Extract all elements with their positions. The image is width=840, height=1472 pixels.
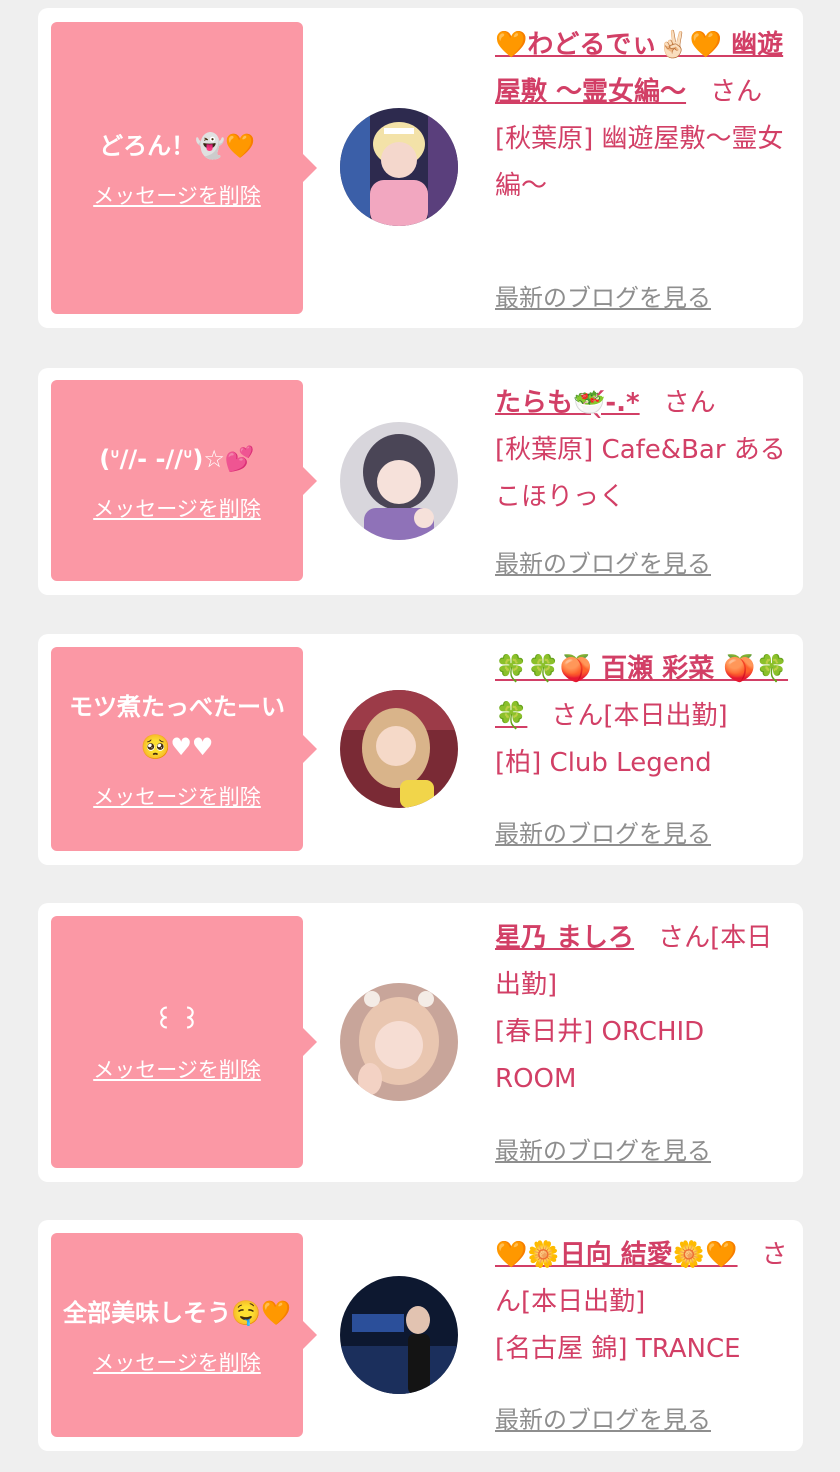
cast-name-link[interactable]: 🧡🌼日向 結愛🌼🧡 <box>495 1240 738 1270</box>
avatar[interactable] <box>340 422 458 540</box>
cast-info: たらも🥗̖́-.* さん [秋葉原] Cafe&Bar あるこほりっく <box>495 380 791 521</box>
delete-message-link[interactable]: メッセージを削除 <box>93 180 261 210</box>
cast-info: 🧡🌼日向 結愛🌼🧡 さん[本日出勤] [名古屋 錦] TRANCE <box>495 1232 791 1373</box>
latest-blog-link[interactable]: 最新のブログを見る <box>495 544 711 579</box>
honorific-text: さん[本日出勤] <box>551 701 728 731</box>
message-card: どろん！👻🧡 メッセージを削除 🧡わどるでぃ✌🏻🧡 幽遊屋敷 〜霊女編〜 さん [… <box>38 8 803 328</box>
message-text: (ᐡ//- -//ᐡ)☆💕 <box>99 444 255 473</box>
message-card: モツ煮たっべたーい🥺♥♥ メッセージを削除 🍀🍀🍑 百瀬 彩菜 🍑🍀🍀 さん[本日… <box>38 634 803 865</box>
message-card: (ᐡ//- -//ᐡ)☆💕 メッセージを削除 たらも🥗̖́-.* さん [秋葉原]… <box>38 368 803 595</box>
cast-name-link[interactable]: 星乃 ましろ <box>495 923 634 953</box>
message-bubble: モツ煮たっべたーい🥺♥♥ メッセージを削除 <box>51 647 317 851</box>
cast-info: 🍀🍀🍑 百瀬 彩菜 🍑🍀🍀 さん[本日出勤] [柏] Club Legend <box>495 646 791 787</box>
latest-blog-link[interactable]: 最新のブログを見る <box>495 1131 711 1166</box>
avatar[interactable] <box>340 690 458 808</box>
delete-message-link[interactable]: メッセージを削除 <box>93 493 261 523</box>
message-bubble: ꒰ ꒱ メッセージを削除 <box>51 916 317 1168</box>
message-text: ꒰ ꒱ <box>154 1006 200 1034</box>
shop-text: [春日井] ORCHID ROOM <box>495 1017 705 1094</box>
delete-message-link[interactable]: メッセージを削除 <box>93 781 261 811</box>
cast-info: 🧡わどるでぃ✌🏻🧡 幽遊屋敷 〜霊女編〜 さん [秋葉原] 幽遊屋敷〜霊女編〜 <box>495 22 791 210</box>
message-text: どろん！👻🧡 <box>99 132 255 160</box>
message-bubble: 全部美味しそう🤤🧡 メッセージを削除 <box>51 1233 317 1437</box>
message-card: 全部美味しそう🤤🧡 メッセージを削除 🧡🌼日向 結愛🌼🧡 さん[本日出勤] [名古… <box>38 1220 803 1451</box>
delete-message-link[interactable]: メッセージを削除 <box>93 1347 261 1377</box>
shop-text: [秋葉原] 幽遊屋敷〜霊女編〜 <box>495 124 784 201</box>
message-bubble: どろん！👻🧡 メッセージを削除 <box>51 22 317 314</box>
avatar[interactable] <box>340 1276 458 1394</box>
message-card: ꒰ ꒱ メッセージを削除 星乃 ましろ さん[本日出勤] [春日井] ORCHID… <box>38 903 803 1182</box>
honorific-text: さん <box>710 77 763 107</box>
message-bubble: (ᐡ//- -//ᐡ)☆💕 メッセージを削除 <box>51 380 317 581</box>
message-text: 全部美味しそう🤤🧡 <box>63 1299 291 1327</box>
delete-message-link[interactable]: メッセージを削除 <box>93 1054 261 1084</box>
latest-blog-link[interactable]: 最新のブログを見る <box>495 278 711 313</box>
honorific-text: さん <box>663 388 716 418</box>
latest-blog-link[interactable]: 最新のブログを見る <box>495 814 711 849</box>
latest-blog-link[interactable]: 最新のブログを見る <box>495 1400 711 1435</box>
shop-text: [柏] Club Legend <box>495 748 712 778</box>
message-text: モツ煮たっべたーい🥺♥♥ <box>69 693 285 761</box>
shop-text: [名古屋 錦] TRANCE <box>495 1334 741 1364</box>
shop-text: [秋葉原] Cafe&Bar あるこほりっく <box>495 435 786 512</box>
avatar[interactable] <box>340 108 458 226</box>
cast-name-link[interactable]: たらも🥗̖́-.* <box>495 388 640 418</box>
avatar[interactable] <box>340 983 458 1101</box>
cast-info: 星乃 ましろ さん[本日出勤] [春日井] ORCHID ROOM <box>495 915 791 1103</box>
